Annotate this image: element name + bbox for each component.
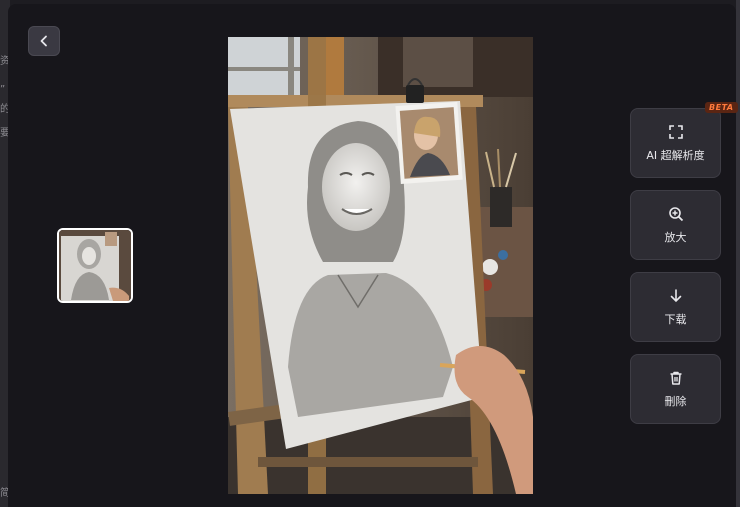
back-button[interactable]: [28, 26, 60, 56]
upscale-label: AI 超解析度: [646, 149, 705, 162]
download-label: 下载: [664, 313, 687, 326]
beta-badge: BETA: [705, 102, 738, 113]
chevron-left-icon: [40, 35, 47, 47]
download-icon: [668, 287, 684, 305]
image-thumbnail[interactable]: [57, 228, 133, 303]
backdrop-fragment: ”: [0, 84, 6, 95]
download-button[interactable]: 下载: [630, 272, 721, 342]
expand-icon: [668, 123, 684, 141]
main-image: [228, 37, 533, 494]
delete-button[interactable]: 刪除: [630, 354, 721, 424]
trash-icon: [668, 369, 684, 387]
upscale-button[interactable]: AI 超解析度: [630, 108, 721, 178]
thumbnail-image: [59, 230, 131, 301]
zoom-button[interactable]: 放大: [630, 190, 721, 260]
zoom-in-icon: [668, 205, 684, 223]
backdrop-right-edge: [736, 0, 740, 507]
zoom-label: 放大: [664, 231, 687, 244]
delete-label: 刪除: [664, 395, 687, 408]
main-image-artwork: [228, 37, 533, 494]
